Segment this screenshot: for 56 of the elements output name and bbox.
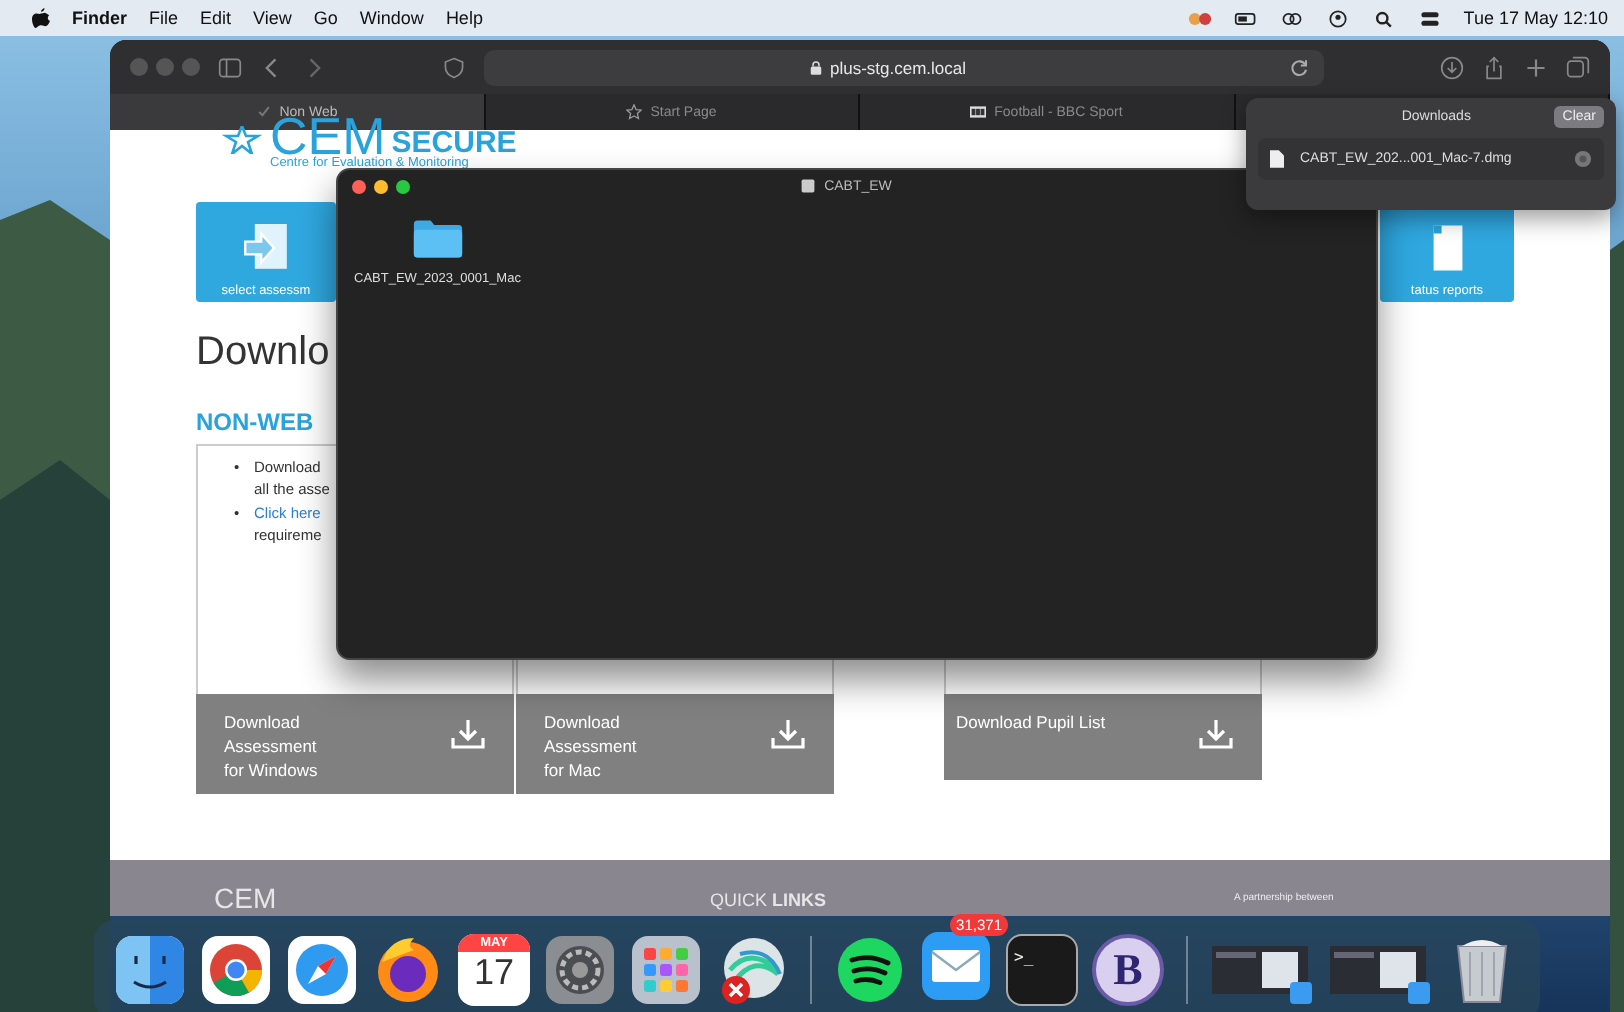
sound-waves-icon[interactable] [834, 934, 906, 1006]
download-icon [770, 718, 806, 750]
zoom-button[interactable] [396, 179, 410, 193]
lock-icon [809, 59, 822, 75]
close-button[interactable] [352, 179, 366, 193]
download-icon [1198, 718, 1234, 750]
checkmark-icon [255, 104, 272, 120]
star-icon [626, 104, 643, 120]
download-icon [450, 718, 486, 750]
footer-heading: QUICK LINKS [710, 892, 827, 910]
star-logo-icon [222, 126, 262, 154]
menu-item[interactable]: Edit [200, 8, 232, 28]
app-grid-icon[interactable] [630, 934, 702, 1006]
logo-product-text: SECURE [391, 128, 517, 158]
share-icon[interactable] [1482, 55, 1506, 79]
reload-icon[interactable] [1288, 55, 1312, 79]
menu-item[interactable]: Window [359, 8, 424, 28]
shield-icon[interactable] [442, 55, 466, 79]
letter-icon[interactable]: B [1092, 934, 1164, 1006]
page-heading: Downlo [196, 330, 332, 376]
battery-icon[interactable] [1233, 9, 1258, 27]
download-button[interactable]: Download Assessment for Windows [196, 694, 514, 794]
download-icon[interactable] [1440, 55, 1464, 79]
fox-globe-icon[interactable] [372, 934, 444, 1006]
menu-item[interactable]: View [253, 8, 292, 28]
stop-icon[interactable] [1574, 150, 1592, 168]
gear-icon[interactable] [544, 934, 616, 1006]
address-bar[interactable]: plus-stg.cem.local [484, 49, 1324, 85]
menu-item[interactable]: Help [445, 8, 483, 28]
download-button[interactable]: Download Pupil List [944, 694, 1262, 780]
plus-icon[interactable] [1524, 55, 1548, 79]
folder-icon[interactable] [411, 218, 464, 260]
sidebar-icon[interactable] [218, 55, 242, 79]
menu-item[interactable]: Go [313, 8, 338, 28]
minimize-button[interactable] [374, 179, 388, 193]
globe-with-error-icon[interactable] [716, 934, 788, 1006]
terminal-icon[interactable]: >_ [1006, 934, 1078, 1006]
download-button[interactable]: Download Assessment for Mac [516, 694, 834, 794]
control-center-icon[interactable] [1417, 9, 1442, 27]
status-icon[interactable] [1187, 9, 1212, 27]
link-icon[interactable] [1279, 9, 1304, 27]
smiling-face-icon[interactable] [114, 934, 186, 1006]
compass-icon[interactable] [286, 934, 358, 1006]
menu-app-name[interactable]: Finder [72, 8, 128, 28]
menu-clock[interactable]: Tue 17 May 12:10 [1463, 8, 1608, 28]
file-icon [1270, 150, 1284, 168]
footer-logo-text: CEM [214, 884, 277, 912]
section-heading: NON-WEB [196, 408, 316, 436]
site-icon [970, 104, 987, 120]
browser-icon[interactable] [200, 934, 272, 1006]
envelope-icon[interactable] [920, 929, 992, 1001]
user-icon[interactable] [1325, 9, 1350, 27]
search-icon[interactable] [1371, 9, 1396, 27]
menu-item[interactable]: File [149, 8, 179, 28]
apple-logo-icon[interactable] [32, 7, 50, 29]
tabs-overview-icon[interactable] [1566, 55, 1590, 79]
